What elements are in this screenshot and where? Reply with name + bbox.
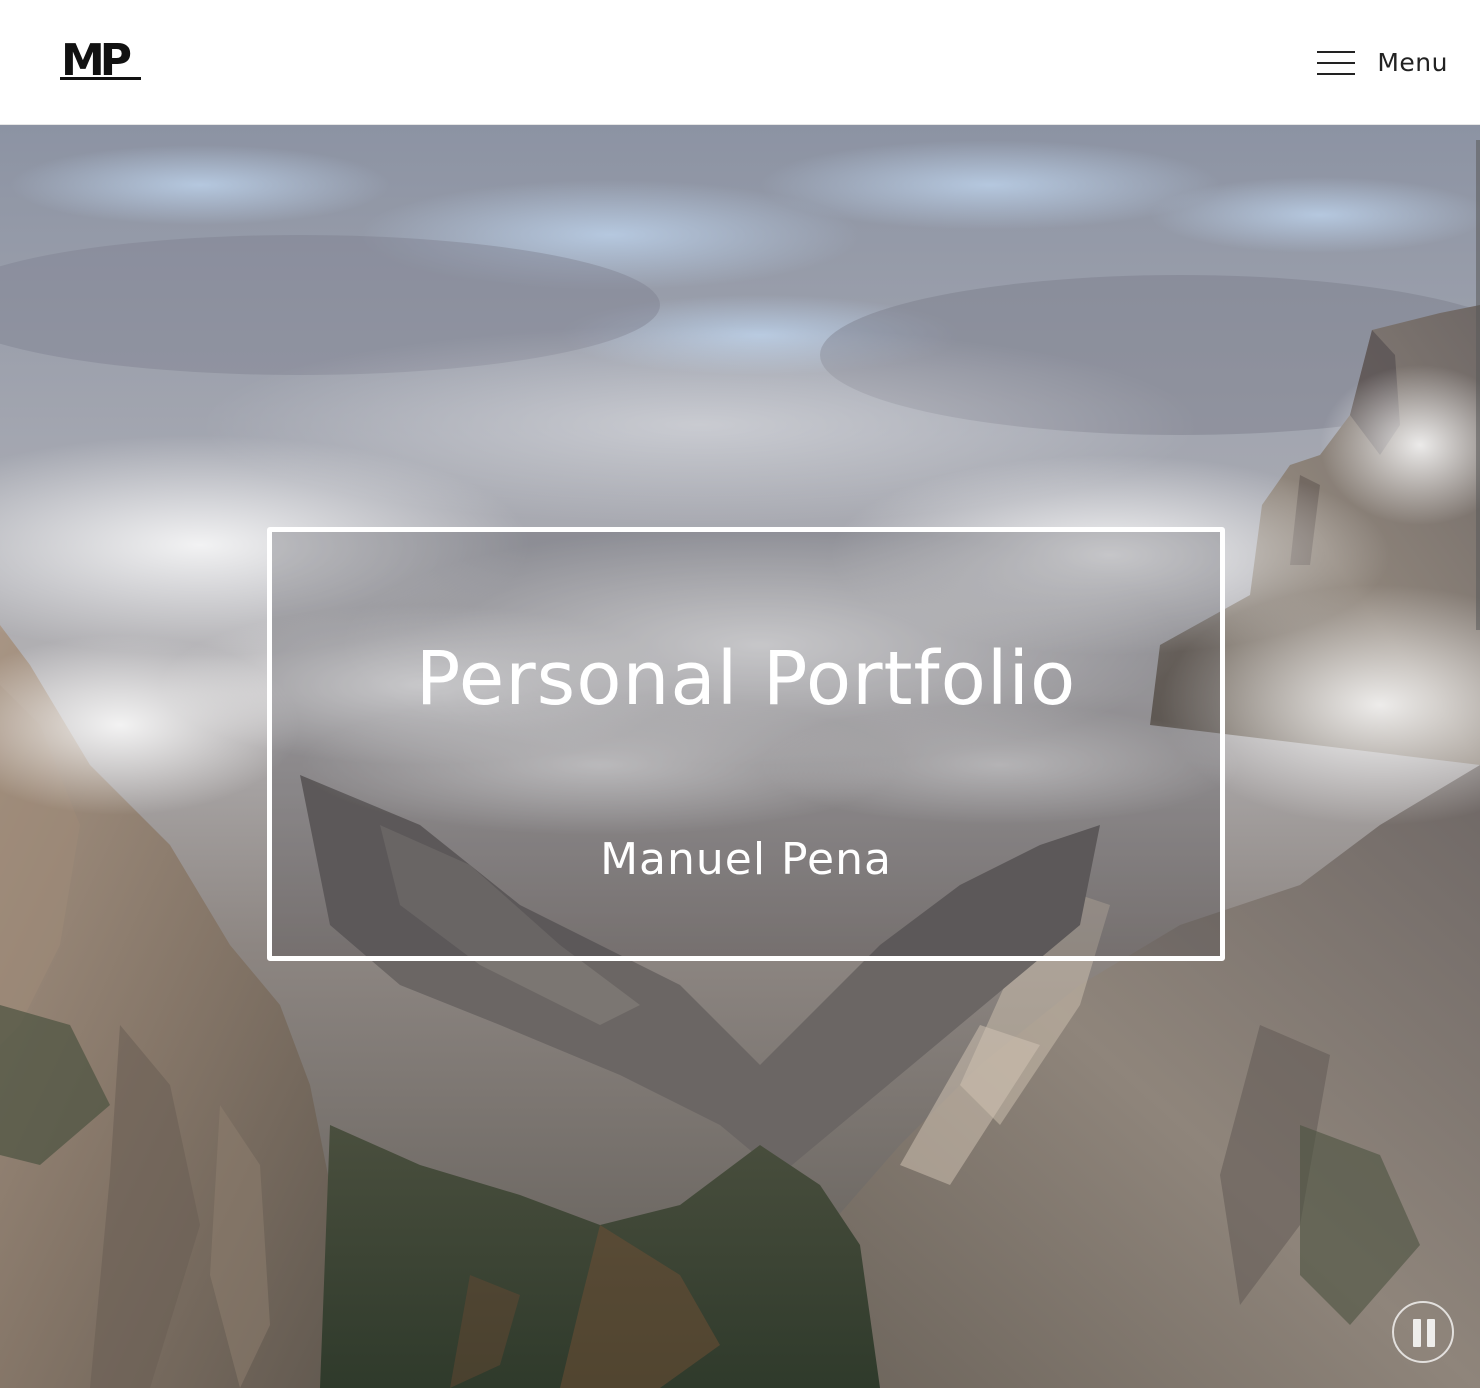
hamburger-icon: [1317, 48, 1356, 76]
menu-button[interactable]: Menu: [1317, 44, 1448, 80]
site-header: MP Menu: [0, 0, 1480, 125]
hero-section: Personal Portfolio Manuel Pena: [0, 125, 1480, 1388]
hero-title: Personal Portfolio: [415, 636, 1077, 722]
logo-underline: [60, 77, 141, 80]
menu-label: Menu: [1377, 47, 1448, 77]
logo-link[interactable]: MP: [60, 36, 144, 86]
scrollbar[interactable]: [1476, 140, 1480, 630]
title-frame: Personal Portfolio Manuel Pena: [267, 527, 1225, 961]
pause-icon: [1413, 1319, 1437, 1347]
hero-subtitle: Manuel Pena: [600, 834, 892, 885]
pause-button[interactable]: [1392, 1301, 1454, 1363]
